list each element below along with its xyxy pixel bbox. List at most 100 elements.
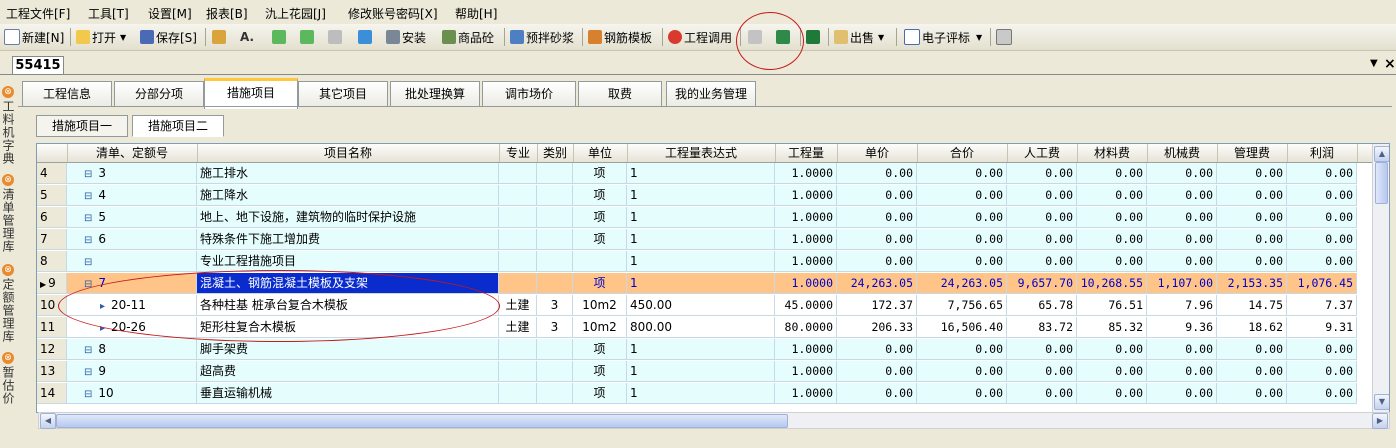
cell-labor[interactable]: 0.00 bbox=[1007, 207, 1077, 228]
cell-profit[interactable]: 0.00 bbox=[1287, 229, 1357, 250]
cell-name[interactable]: 特殊条件下施工增加费 bbox=[197, 229, 499, 250]
cell-machine[interactable]: 0.00 bbox=[1147, 383, 1217, 404]
tree-collapse-icon[interactable]: ⊟ bbox=[84, 169, 92, 180]
header-labor[interactable]: 人工费 bbox=[1007, 144, 1078, 162]
row-number[interactable]: 11 bbox=[37, 317, 67, 338]
horizontal-scroll-thumb[interactable] bbox=[56, 414, 788, 428]
header-profit[interactable]: 利润 bbox=[1287, 144, 1358, 162]
cell-profit[interactable]: 0.00 bbox=[1287, 251, 1357, 272]
cell-labor[interactable]: 0.00 bbox=[1007, 251, 1077, 272]
cell-major[interactable]: 土建 bbox=[499, 317, 537, 338]
cell-total[interactable]: 0.00 bbox=[917, 163, 1007, 184]
cell-total[interactable]: 0.00 bbox=[917, 229, 1007, 250]
save-button[interactable]: 保存[S] bbox=[140, 27, 197, 47]
install-button[interactable]: 安装 bbox=[386, 27, 426, 47]
cell-price[interactable]: 206.33 bbox=[837, 317, 917, 338]
header-unit[interactable]: 单位 bbox=[573, 144, 628, 162]
row-number[interactable]: ▶ 9 bbox=[37, 273, 67, 294]
cell-material[interactable]: 0.00 bbox=[1077, 229, 1147, 250]
cell-unit[interactable]: 项 bbox=[573, 163, 627, 184]
cell-labor[interactable]: 0.00 bbox=[1007, 339, 1077, 360]
cell-name[interactable]: 超高费 bbox=[197, 361, 499, 382]
menu-tools[interactable]: 工具[T] bbox=[88, 5, 129, 22]
cell-price[interactable]: 0.00 bbox=[837, 251, 917, 272]
project-call-button[interactable]: 工程调用 bbox=[668, 27, 732, 47]
cell-qty[interactable]: 80.0000 bbox=[775, 317, 837, 338]
cell-name[interactable]: 施工排水 bbox=[197, 163, 499, 184]
excel-button[interactable] bbox=[806, 27, 822, 47]
cell-major[interactable] bbox=[499, 339, 537, 360]
cell-machine[interactable]: 1,107.00 bbox=[1147, 273, 1217, 294]
horizontal-scrollbar[interactable]: ◀ ▶ bbox=[38, 412, 1390, 429]
cell-expr[interactable]: 450.00 bbox=[627, 295, 775, 316]
cell-labor[interactable]: 0.00 bbox=[1007, 163, 1077, 184]
tab-measures[interactable]: 措施项目 bbox=[204, 78, 298, 109]
cell-labor[interactable]: 0.00 bbox=[1007, 229, 1077, 250]
cell-name[interactable]: 专业工程措施项目 bbox=[197, 251, 499, 272]
cell-machine[interactable]: 0.00 bbox=[1147, 251, 1217, 272]
cell-code[interactable]: ⊟ 8 bbox=[67, 339, 197, 360]
cell-name[interactable]: 脚手架费 bbox=[197, 339, 499, 360]
cell-mgmt[interactable]: 0.00 bbox=[1217, 383, 1287, 404]
header-unit-price[interactable]: 单价 bbox=[837, 144, 918, 162]
cell-machine[interactable]: 0.00 bbox=[1147, 361, 1217, 382]
cell-expr[interactable]: 1 bbox=[627, 251, 775, 272]
row-number[interactable]: 5 bbox=[37, 185, 67, 206]
tree-collapse-icon[interactable]: ⊟ bbox=[84, 235, 92, 246]
cell-material[interactable]: 0.00 bbox=[1077, 383, 1147, 404]
cell-profit[interactable]: 7.37 bbox=[1287, 295, 1357, 316]
cell-expr[interactable]: 1 bbox=[627, 207, 775, 228]
sidebar-item-material-dict[interactable]: ⊗ 工料机字典 bbox=[0, 86, 16, 165]
cell-cat[interactable] bbox=[537, 229, 573, 250]
cell-major[interactable] bbox=[499, 185, 537, 206]
cell-major[interactable]: 土建 bbox=[499, 295, 537, 316]
cell-code[interactable]: ⊟ 4 bbox=[67, 185, 197, 206]
tree-collapse-icon[interactable]: ⊟ bbox=[84, 345, 92, 356]
cell-cat[interactable] bbox=[537, 339, 573, 360]
cell-material[interactable]: 0.00 bbox=[1077, 361, 1147, 382]
cell-material[interactable]: 0.00 bbox=[1077, 339, 1147, 360]
header-machine[interactable]: 机械费 bbox=[1147, 144, 1218, 162]
cell-total[interactable]: 0.00 bbox=[917, 251, 1007, 272]
cell-machine[interactable]: 0.00 bbox=[1147, 207, 1217, 228]
tab-project-info[interactable]: 工程信息 bbox=[22, 81, 112, 106]
cell-machine[interactable]: 0.00 bbox=[1147, 163, 1217, 184]
cell-profit[interactable]: 0.00 bbox=[1287, 383, 1357, 404]
cell-qty[interactable]: 1.0000 bbox=[775, 361, 837, 382]
cell-total[interactable]: 0.00 bbox=[917, 361, 1007, 382]
cell-price[interactable]: 0.00 bbox=[837, 339, 917, 360]
cell-major[interactable] bbox=[499, 229, 537, 250]
cell-labor[interactable]: 0.00 bbox=[1007, 361, 1077, 382]
cell-material[interactable]: 10,268.55 bbox=[1077, 273, 1147, 294]
cell-qty[interactable]: 1.0000 bbox=[775, 163, 837, 184]
cell-total[interactable]: 0.00 bbox=[917, 185, 1007, 206]
vertical-scrollbar[interactable]: ▲ ▼ bbox=[1372, 144, 1389, 412]
cell-cat[interactable]: 3 bbox=[537, 295, 573, 316]
cell-material[interactable]: 0.00 bbox=[1077, 251, 1147, 272]
cell-unit[interactable]: 项 bbox=[573, 339, 627, 360]
tab-market-price[interactable]: 调市场价 bbox=[482, 81, 576, 106]
cell-price[interactable]: 0.00 bbox=[837, 383, 917, 404]
cell-qty[interactable]: 1.0000 bbox=[775, 251, 837, 272]
cell-profit[interactable]: 0.00 bbox=[1287, 163, 1357, 184]
cell-mgmt[interactable]: 0.00 bbox=[1217, 251, 1287, 272]
cell-labor[interactable]: 83.72 bbox=[1007, 317, 1077, 338]
cell-profit[interactable]: 0.00 bbox=[1287, 339, 1357, 360]
cell-price[interactable]: 0.00 bbox=[837, 207, 917, 228]
header-code[interactable]: 清单、定额号 bbox=[67, 144, 198, 162]
table-row[interactable]: 6 ⊟ 5 地上、地下设施，建筑物的临时保护设施项 1 1.0000 0.00 0.00 0.0… bbox=[37, 207, 1373, 229]
table-row[interactable]: 7 ⊟ 6 特殊条件下施工增加费项 1 1.0000 0.00 0.00 0.00 0.00 0.0… bbox=[37, 229, 1373, 251]
move-down-button[interactable] bbox=[300, 27, 316, 47]
cell-major[interactable] bbox=[499, 273, 537, 294]
scroll-down-icon[interactable]: ▼ bbox=[1374, 394, 1389, 410]
cell-name[interactable]: 施工降水 bbox=[197, 185, 499, 206]
cell-expr[interactable]: 1 bbox=[627, 185, 775, 206]
menu-file[interactable]: 工程文件[F] bbox=[6, 5, 70, 22]
cell-qty[interactable]: 1.0000 bbox=[775, 229, 837, 250]
cell-major[interactable] bbox=[499, 163, 537, 184]
cell-mgmt[interactable]: 18.62 bbox=[1217, 317, 1287, 338]
tree-collapse-icon[interactable]: ⊟ bbox=[84, 191, 92, 202]
sidebar-item-provisional[interactable]: ⊗ 暂估价 bbox=[0, 352, 16, 405]
font-button[interactable]: A. bbox=[240, 27, 254, 47]
cell-cat[interactable] bbox=[537, 361, 573, 382]
